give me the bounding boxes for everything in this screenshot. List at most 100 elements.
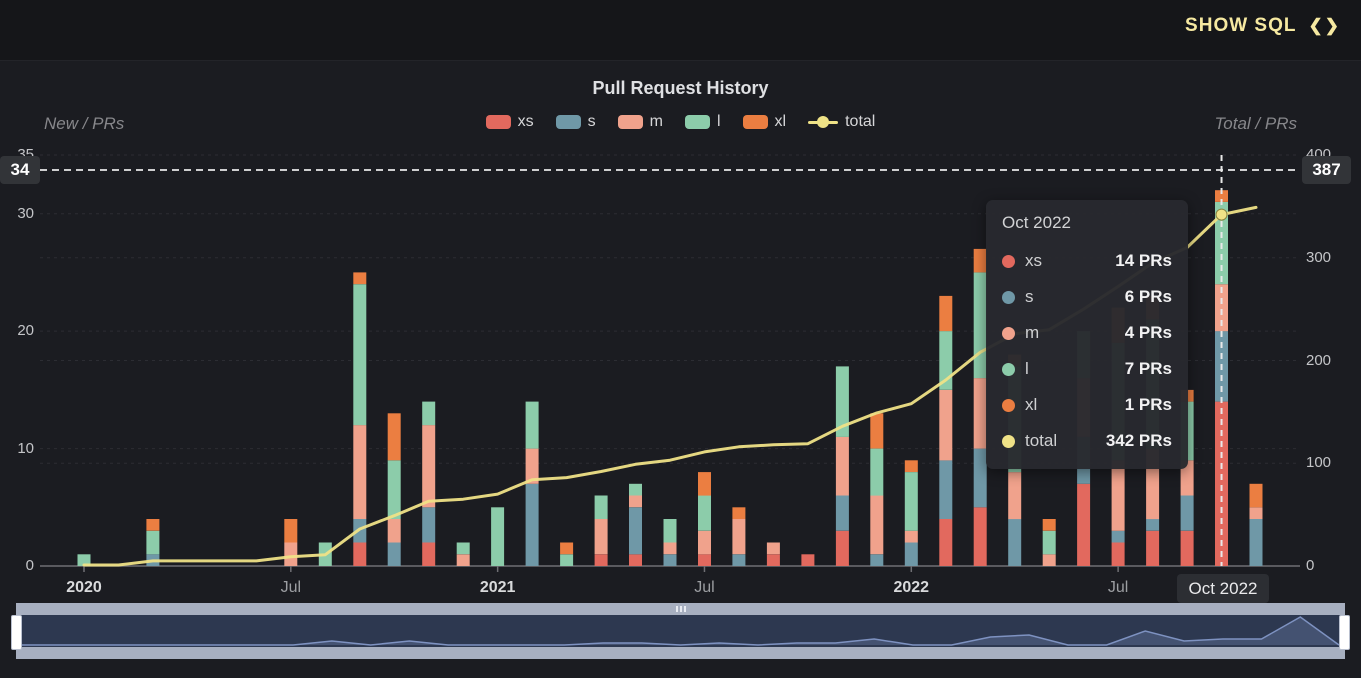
series-dot-icon — [1002, 327, 1015, 340]
bar-segment-xl[interactable] — [939, 296, 952, 331]
bar-segment-m[interactable] — [905, 531, 918, 543]
bar-segment-l[interactable] — [457, 543, 470, 555]
bar-segment-xs[interactable] — [767, 554, 780, 566]
bar-segment-xl[interactable] — [1043, 519, 1056, 531]
bar-segment-l[interactable] — [560, 554, 573, 566]
bar-segment-s[interactable] — [732, 554, 745, 566]
bar-segment-xs[interactable] — [1181, 531, 1194, 566]
bar-segment-l[interactable] — [526, 402, 539, 449]
bar-segment-s[interactable] — [1181, 496, 1194, 531]
bar-segment-m[interactable] — [1043, 554, 1056, 566]
bar-segment-m[interactable] — [698, 531, 711, 555]
bar-segment-xs[interactable] — [698, 554, 711, 566]
bar-segment-m[interactable] — [1112, 460, 1125, 531]
bar-segment-xs[interactable] — [595, 554, 608, 566]
bar-segment-xl[interactable] — [560, 543, 573, 555]
bar-segment-l[interactable] — [698, 496, 711, 531]
bar-segment-m[interactable] — [422, 425, 435, 507]
bar-segment-xs[interactable] — [1112, 543, 1125, 567]
bar-segment-xs[interactable] — [1077, 484, 1090, 566]
bar-segment-m[interactable] — [664, 543, 677, 555]
bar-segment-s[interactable] — [836, 496, 849, 531]
series-value: 342 PRs — [1106, 431, 1172, 451]
bar-segment-l[interactable] — [388, 460, 401, 519]
slider-center-grip[interactable] — [676, 606, 686, 612]
bar-segment-s[interactable] — [870, 554, 883, 566]
bar-segment-s[interactable] — [1146, 519, 1159, 531]
bar-segment-xs[interactable] — [836, 531, 849, 566]
slider-handle-right[interactable] — [1339, 615, 1350, 650]
datazoom-slider[interactable] — [14, 603, 1347, 660]
bar-segment-m[interactable] — [939, 390, 952, 461]
slider-handle-left[interactable] — [11, 615, 22, 650]
bar-segment-l[interactable] — [1043, 531, 1056, 555]
bar-segment-s[interactable] — [1250, 519, 1263, 566]
bar-segment-s[interactable] — [629, 507, 642, 554]
bar-segment-xl[interactable] — [698, 472, 711, 496]
x-tick-2021: 2021 — [480, 579, 516, 597]
bar-segment-m[interactable] — [870, 496, 883, 555]
bar-segment-xl[interactable] — [732, 507, 745, 519]
bar-segment-m[interactable] — [457, 554, 470, 566]
bar-segment-xl[interactable] — [905, 460, 918, 472]
bar-segment-xl[interactable] — [974, 249, 987, 273]
bar-segment-m[interactable] — [767, 543, 780, 555]
bar-segment-m[interactable] — [836, 437, 849, 496]
bar-segment-l[interactable] — [353, 284, 366, 425]
bar-segment-xs[interactable] — [1146, 531, 1159, 566]
bar-segment-xs[interactable] — [353, 543, 366, 567]
bar-segment-s[interactable] — [526, 484, 539, 566]
series-dot-icon — [1002, 363, 1015, 376]
bar-segment-m[interactable] — [595, 519, 608, 554]
bar-segment-l[interactable] — [629, 484, 642, 496]
bar-segment-s[interactable] — [939, 460, 952, 519]
bar-segment-l[interactable] — [974, 272, 987, 378]
series-dot-icon — [1002, 291, 1015, 304]
slider-rail-bottom[interactable] — [16, 647, 1345, 659]
bar-segment-xs[interactable] — [422, 543, 435, 567]
left-tick-30: 30 — [0, 205, 34, 222]
bar-segment-m[interactable] — [388, 519, 401, 543]
bar-segment-xl[interactable] — [284, 519, 297, 543]
bar-segment-s[interactable] — [664, 554, 677, 566]
bar-segment-xl[interactable] — [146, 519, 159, 531]
bar-segment-m[interactable] — [353, 425, 366, 519]
bar-segment-s[interactable] — [905, 543, 918, 567]
slider-preview-chart — [16, 615, 1345, 647]
x-tick-2022: 2022 — [893, 579, 929, 597]
bar-segment-m[interactable] — [1008, 472, 1021, 519]
tooltip-row-l: l7 PRs — [1002, 351, 1172, 387]
bar-segment-xl[interactable] — [1250, 484, 1263, 508]
bar-segment-l[interactable] — [595, 496, 608, 520]
bar-segment-xs[interactable] — [939, 519, 952, 566]
bar-segment-m[interactable] — [284, 543, 297, 567]
bar-segment-m[interactable] — [974, 378, 987, 449]
right-tick-100: 100 — [1306, 454, 1331, 471]
bar-segment-m[interactable] — [629, 496, 642, 508]
bar-segment-m[interactable] — [732, 519, 745, 554]
bar-segment-xs[interactable] — [974, 507, 987, 566]
series-value: 4 PRs — [1125, 323, 1172, 343]
chart-tooltip: Oct 2022 xs14 PRss6 PRsm4 PRsl7 PRsxl1 P… — [986, 200, 1188, 469]
bar-segment-xs[interactable] — [629, 554, 642, 566]
axis-pointer-x-value: Oct 2022 — [1177, 574, 1269, 603]
bar-segment-xl[interactable] — [353, 272, 366, 284]
bar-segment-l[interactable] — [146, 531, 159, 555]
bar-segment-l[interactable] — [664, 519, 677, 543]
bar-segment-s[interactable] — [1112, 531, 1125, 543]
bar-segment-s[interactable] — [388, 543, 401, 567]
bar-segment-l[interactable] — [870, 449, 883, 496]
bar-segment-m[interactable] — [1250, 507, 1263, 519]
bar-segment-s[interactable] — [422, 507, 435, 542]
bar-segment-l[interactable] — [422, 402, 435, 426]
bar-segment-xl[interactable] — [870, 413, 883, 448]
bar-segment-s[interactable] — [974, 449, 987, 508]
bar-segment-l[interactable] — [491, 507, 504, 566]
bar-segment-l[interactable] — [905, 472, 918, 531]
right-tick-200: 200 — [1306, 352, 1331, 369]
bar-segment-s[interactable] — [1008, 519, 1021, 566]
slider-preview-area — [22, 617, 1339, 645]
bar-segment-xl[interactable] — [388, 413, 401, 460]
series-name: xs — [1025, 251, 1115, 271]
bar-segment-xs[interactable] — [801, 554, 814, 566]
